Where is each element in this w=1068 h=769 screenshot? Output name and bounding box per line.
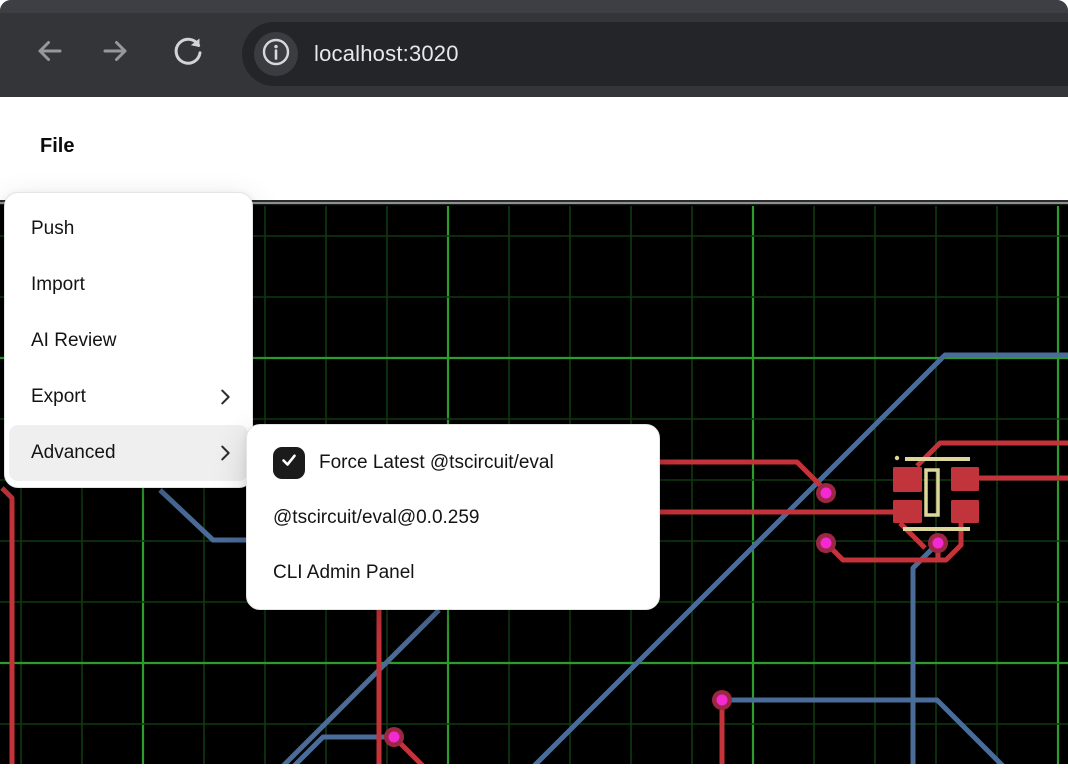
tab-strip bbox=[0, 0, 1068, 13]
checkbox-checked[interactable] bbox=[273, 447, 305, 479]
file-menu-dropdown: Push Import AI Review Export Advanced bbox=[4, 192, 253, 488]
chevron-right-icon bbox=[214, 442, 236, 464]
menu-item-push[interactable]: Push bbox=[9, 201, 248, 257]
arrow-left-icon bbox=[29, 33, 65, 69]
menu-item-label: AI Review bbox=[31, 330, 236, 352]
url-text[interactable]: localhost:3020 bbox=[314, 22, 459, 86]
submenu-item-label: Force Latest @tscircuit/eval bbox=[319, 452, 643, 474]
forward-button[interactable] bbox=[100, 33, 136, 69]
menu-item-label: Import bbox=[31, 274, 236, 296]
chevron-right-icon bbox=[214, 386, 236, 408]
info-icon bbox=[261, 37, 291, 72]
file-menu-button[interactable]: File bbox=[40, 135, 74, 158]
reload-icon bbox=[170, 33, 206, 69]
menu-item-label: Export bbox=[31, 386, 214, 408]
submenu-item-force-latest[interactable]: Force Latest @tscircuit/eval bbox=[251, 435, 655, 490]
menu-item-label: Advanced bbox=[31, 442, 214, 464]
menu-item-advanced[interactable]: Advanced bbox=[9, 425, 248, 481]
screen: { "browser": { "url": "localhost:3020", … bbox=[0, 0, 1068, 764]
menu-item-import[interactable]: Import bbox=[9, 257, 248, 313]
reload-button[interactable] bbox=[170, 33, 206, 69]
advanced-submenu: Force Latest @tscircuit/eval @tscircuit/… bbox=[246, 424, 660, 610]
submenu-item-cli-admin-panel[interactable]: CLI Admin Panel bbox=[251, 545, 655, 600]
url-bar[interactable]: localhost:3020 bbox=[242, 22, 1068, 86]
menu-item-label: Push bbox=[31, 218, 236, 240]
checkmark-icon bbox=[279, 450, 299, 475]
submenu-item-label: @tscircuit/eval@0.0.259 bbox=[273, 507, 643, 529]
site-info-button[interactable] bbox=[254, 32, 298, 76]
submenu-item-eval-version[interactable]: @tscircuit/eval@0.0.259 bbox=[251, 490, 655, 545]
back-button[interactable] bbox=[29, 33, 65, 69]
browser-chrome: localhost:3020 bbox=[0, 0, 1068, 97]
arrow-right-icon bbox=[100, 33, 136, 69]
submenu-item-label: CLI Admin Panel bbox=[273, 562, 643, 584]
page-header: File bbox=[0, 97, 1068, 200]
menu-item-export[interactable]: Export bbox=[9, 369, 248, 425]
menu-item-ai-review[interactable]: AI Review bbox=[9, 313, 248, 369]
